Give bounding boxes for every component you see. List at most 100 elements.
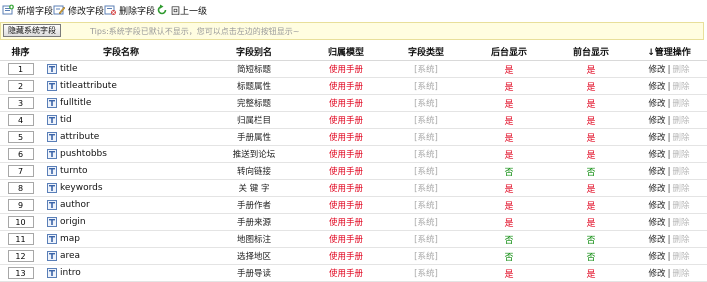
order-input[interactable]	[7, 267, 34, 279]
backend-display-value[interactable]: 是	[504, 117, 513, 127]
field-type: [系统]	[385, 196, 467, 214]
backend-display-value[interactable]: 是	[504, 270, 513, 280]
field-icon	[47, 165, 57, 176]
field-model: 使用手册	[307, 77, 385, 95]
order-input[interactable]	[7, 233, 34, 245]
edit-link[interactable]: 修改	[649, 252, 666, 262]
field-name-cell: tid	[41, 111, 201, 129]
edit-link[interactable]: 修改	[649, 184, 666, 194]
delete-link: 删除	[672, 252, 690, 262]
field-model: 使用手册	[307, 179, 385, 197]
actions-cell: 修改 | 删除	[631, 162, 707, 180]
edit-link[interactable]: 修改	[649, 235, 666, 245]
frontend-display-value[interactable]: 是	[586, 151, 595, 161]
field-icon	[47, 233, 57, 244]
order-input[interactable]	[7, 199, 34, 211]
frontend-display-value[interactable]: 是	[586, 100, 595, 110]
backend-display-value[interactable]: 是	[504, 151, 513, 161]
edit-link[interactable]: 修改	[649, 150, 666, 160]
field-name-cell: keywords	[41, 179, 201, 197]
actions-cell: 修改 | 删除	[631, 145, 707, 163]
delete-link: 删除	[672, 82, 690, 92]
back-button[interactable]: 回上一级	[156, 3, 207, 17]
frontend-display-value[interactable]: 否	[586, 168, 595, 178]
edit-link[interactable]: 修改	[649, 133, 666, 143]
backend-display-cell: 否	[467, 230, 551, 248]
backend-display-value[interactable]: 是	[504, 66, 513, 76]
frontend-display-value[interactable]: 是	[586, 134, 595, 144]
frontend-display-value[interactable]: 否	[586, 253, 595, 263]
field-name-cell: pushtobbs	[41, 145, 201, 163]
edit-link[interactable]: 修改	[649, 65, 666, 75]
field-name: intro	[60, 267, 81, 278]
field-model: 使用手册	[307, 128, 385, 146]
table-row: author 手册作者使用手册[系统] 是 是 修改|删除	[0, 196, 707, 214]
order-input[interactable]	[7, 63, 34, 75]
edit-link[interactable]: 修改	[649, 167, 666, 177]
hide-system-fields-button[interactable]: 隐藏系统字段	[3, 24, 61, 37]
backend-display-value[interactable]: 是	[504, 185, 513, 195]
delete-link: 删除	[672, 133, 690, 143]
order-input[interactable]	[7, 250, 34, 262]
edit-link[interactable]: 修改	[649, 82, 666, 92]
backend-display-value[interactable]: 是	[504, 100, 513, 110]
backend-display-cell: 是	[467, 145, 551, 163]
backend-display-value[interactable]: 是	[504, 202, 513, 212]
frontend-display-cell: 否	[551, 230, 631, 248]
actions-cell: 修改 | 删除	[631, 213, 707, 231]
edit-link[interactable]: 修改	[649, 218, 666, 228]
frontend-display-value[interactable]: 是	[586, 270, 595, 280]
order-input[interactable]	[7, 80, 34, 92]
field-icon	[47, 63, 57, 74]
backend-display-value[interactable]: 否	[504, 168, 513, 178]
frontend-display-value[interactable]: 是	[586, 185, 595, 195]
order-input[interactable]	[7, 97, 34, 109]
edit-link[interactable]: 修改	[649, 116, 666, 126]
backend-display-value[interactable]: 是	[504, 219, 513, 229]
add-field-button[interactable]: 新增字段	[2, 3, 53, 17]
field-icon	[47, 199, 57, 210]
order-cell	[0, 162, 41, 180]
delete-link: 删除	[672, 99, 690, 109]
field-type: [系统]	[385, 60, 467, 78]
order-input[interactable]	[7, 216, 34, 228]
edit-field-button[interactable]: 修改字段	[53, 3, 104, 17]
frontend-display-value[interactable]: 是	[586, 219, 595, 229]
order-input[interactable]	[7, 165, 34, 177]
actions-cell: 修改 | 删除	[631, 111, 707, 129]
edit-field-label: 修改字段	[68, 6, 105, 17]
delete-link: 删除	[672, 150, 690, 160]
add-field-label: 新增字段	[17, 6, 54, 17]
backend-display-cell: 是	[467, 77, 551, 95]
frontend-display-value[interactable]: 是	[586, 66, 595, 76]
frontend-display-cell: 是	[551, 145, 631, 163]
frontend-display-cell: 是	[551, 264, 631, 282]
field-icon	[47, 97, 57, 108]
order-input[interactable]	[7, 182, 34, 194]
backend-display-value[interactable]: 是	[504, 83, 513, 93]
order-cell	[0, 264, 41, 282]
frontend-display-value[interactable]: 是	[586, 83, 595, 93]
actions-cell: 修改 | 删除	[631, 196, 707, 214]
field-name-cell: area	[41, 247, 201, 265]
edit-link[interactable]: 修改	[649, 99, 666, 109]
edit-link[interactable]: 修改	[649, 269, 666, 279]
frontend-display-value[interactable]: 否	[586, 236, 595, 246]
delete-field-button[interactable]: 删除字段	[104, 3, 155, 17]
field-model: 使用手册	[307, 213, 385, 231]
order-input[interactable]	[7, 114, 34, 126]
actions-cell: 修改 | 删除	[631, 94, 707, 112]
order-input[interactable]	[7, 148, 34, 160]
field-name-cell: intro	[41, 264, 201, 282]
edit-link[interactable]: 修改	[649, 201, 666, 211]
backend-display-value[interactable]: 是	[504, 134, 513, 144]
frontend-display-value[interactable]: 是	[586, 117, 595, 127]
order-cell	[0, 94, 41, 112]
backend-display-value[interactable]: 否	[504, 236, 513, 246]
frontend-display-value[interactable]: 是	[586, 202, 595, 212]
col-header-name: 字段名称	[41, 43, 201, 61]
backend-display-cell: 否	[467, 247, 551, 265]
order-input[interactable]	[7, 131, 34, 143]
backend-display-value[interactable]: 否	[504, 253, 513, 263]
col-header-actions[interactable]: ↓管理操作	[631, 43, 707, 61]
